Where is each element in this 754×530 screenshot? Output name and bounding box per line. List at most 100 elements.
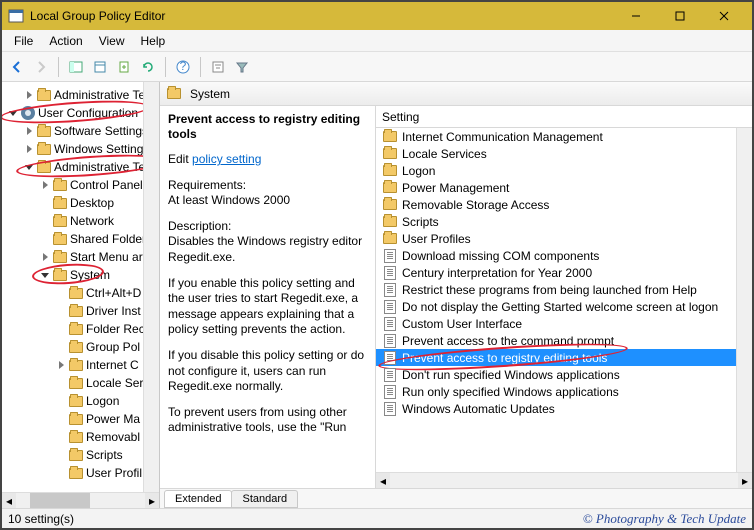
back-button[interactable] <box>6 56 28 78</box>
twist-icon[interactable] <box>38 273 52 278</box>
twist-icon[interactable] <box>22 145 36 153</box>
tree-node[interactable]: Shared Folder <box>2 230 159 248</box>
folder-icon <box>68 375 84 391</box>
tree-node[interactable]: Desktop <box>2 194 159 212</box>
list-item[interactable]: Locale Services <box>376 145 752 162</box>
folder-icon <box>382 214 398 230</box>
menu-view[interactable]: View <box>91 32 133 50</box>
tree-node[interactable]: Driver Inst <box>2 302 159 320</box>
menu-file[interactable]: File <box>6 32 41 50</box>
tree-node[interactable]: Power Ma <box>2 410 159 428</box>
tree-label: Shared Folder <box>70 232 146 246</box>
list-item[interactable]: Run only specified Windows applications <box>376 383 752 400</box>
tree-node[interactable]: Windows Setting <box>2 140 159 158</box>
twist-icon[interactable] <box>38 181 52 189</box>
folder-icon <box>382 231 398 247</box>
tree-hscrollbar[interactable]: ◂ ▸ <box>2 492 159 508</box>
tab-standard[interactable]: Standard <box>231 490 298 508</box>
twist-icon[interactable] <box>22 127 36 135</box>
folder-icon <box>382 197 398 213</box>
tab-extended[interactable]: Extended <box>164 490 232 508</box>
tree-pane: Administrative TeUser ConfigurationSoftw… <box>2 82 160 508</box>
list-item[interactable]: Do not display the Getting Started welco… <box>376 298 752 315</box>
folder-icon <box>68 465 84 481</box>
folder-icon <box>36 87 52 103</box>
tree-vscrollbar[interactable] <box>143 82 159 492</box>
tree-label: Logon <box>86 394 119 408</box>
list-item[interactable]: Scripts <box>376 213 752 230</box>
desc-para2: If you disable this policy setting or do… <box>168 348 367 395</box>
tree-node[interactable]: System <box>2 266 159 284</box>
list-header[interactable]: Setting <box>376 106 752 128</box>
list-hscrollbar[interactable]: ◂ ▸ <box>376 472 752 488</box>
policy-icon <box>382 350 398 366</box>
list-item[interactable]: Windows Automatic Updates <box>376 400 752 417</box>
list-item[interactable]: Prevent access to the command prompt <box>376 332 752 349</box>
list-item[interactable]: Don't run specified Windows applications <box>376 366 752 383</box>
scroll-left-icon[interactable]: ◂ <box>2 493 16 508</box>
close-button[interactable] <box>702 2 746 30</box>
tree-node[interactable]: Administrative Te <box>2 86 159 104</box>
scroll-right-icon[interactable]: ▸ <box>145 493 159 508</box>
tree-node[interactable]: Network <box>2 212 159 230</box>
show-hide-tree-button[interactable] <box>65 56 87 78</box>
help-button[interactable]: ? <box>172 56 194 78</box>
list-item-label: Century interpretation for Year 2000 <box>402 266 592 280</box>
scroll-thumb[interactable] <box>30 493 90 508</box>
tree-node[interactable]: Control Panel <box>2 176 159 194</box>
maximize-button[interactable] <box>658 2 702 30</box>
user-config-icon <box>20 105 36 121</box>
list-item[interactable]: Custom User Interface <box>376 315 752 332</box>
folder-icon <box>52 177 68 193</box>
tree-node[interactable]: Scripts <box>2 446 159 464</box>
tree-node[interactable]: Folder Rec <box>2 320 159 338</box>
tree-node[interactable]: User Profil <box>2 464 159 482</box>
twist-icon[interactable] <box>22 165 36 170</box>
refresh-button[interactable] <box>137 56 159 78</box>
edit-label: Edit <box>168 152 192 166</box>
tree-node[interactable]: Software Settings <box>2 122 159 140</box>
folder-icon <box>52 267 68 283</box>
tree-label: Scripts <box>86 448 123 462</box>
tree-node[interactable]: User Configuration <box>2 104 159 122</box>
scroll-left-icon[interactable]: ◂ <box>376 473 390 488</box>
tree-node[interactable]: Start Menu ar <box>2 248 159 266</box>
export-button[interactable] <box>113 56 135 78</box>
app-icon <box>8 8 24 24</box>
tree-node[interactable]: Ctrl+Alt+D <box>2 284 159 302</box>
tree-node[interactable]: Logon <box>2 392 159 410</box>
tree-label: Administrative Te <box>54 160 145 174</box>
list-item[interactable]: Download missing COM components <box>376 247 752 264</box>
list-item[interactable]: Internet Communication Management <box>376 128 752 145</box>
folder-icon <box>36 141 52 157</box>
list-item[interactable]: Logon <box>376 162 752 179</box>
list-item-label: User Profiles <box>402 232 471 246</box>
properties-button[interactable] <box>89 56 111 78</box>
list-item[interactable]: Power Management <box>376 179 752 196</box>
twist-icon[interactable] <box>54 361 68 369</box>
list-item[interactable]: Restrict these programs from being launc… <box>376 281 752 298</box>
tree-node[interactable]: Group Pol <box>2 338 159 356</box>
menu-action[interactable]: Action <box>41 32 90 50</box>
scroll-right-icon[interactable]: ▸ <box>738 473 752 488</box>
folder-icon <box>36 159 52 175</box>
tree-node[interactable]: Administrative Te <box>2 158 159 176</box>
edit-policy-link[interactable]: policy setting <box>192 152 261 166</box>
list-item[interactable]: Removable Storage Access <box>376 196 752 213</box>
twist-icon[interactable] <box>6 111 20 116</box>
list-vscrollbar[interactable] <box>736 128 752 472</box>
twist-icon[interactable] <box>38 253 52 261</box>
list-item[interactable]: User Profiles <box>376 230 752 247</box>
list-item[interactable]: Century interpretation for Year 2000 <box>376 264 752 281</box>
tree-node[interactable]: Removabl <box>2 428 159 446</box>
desc-para1: If you enable this policy setting and th… <box>168 276 367 338</box>
list-item[interactable]: Prevent access to registry editing tools <box>376 349 752 366</box>
filter-options-button[interactable] <box>207 56 229 78</box>
forward-button[interactable] <box>30 56 52 78</box>
tree-node[interactable]: Internet C <box>2 356 159 374</box>
twist-icon[interactable] <box>22 91 36 99</box>
menu-help[interactable]: Help <box>133 32 174 50</box>
tree-node[interactable]: Locale Ser <box>2 374 159 392</box>
minimize-button[interactable] <box>614 2 658 30</box>
filter-button[interactable] <box>231 56 253 78</box>
